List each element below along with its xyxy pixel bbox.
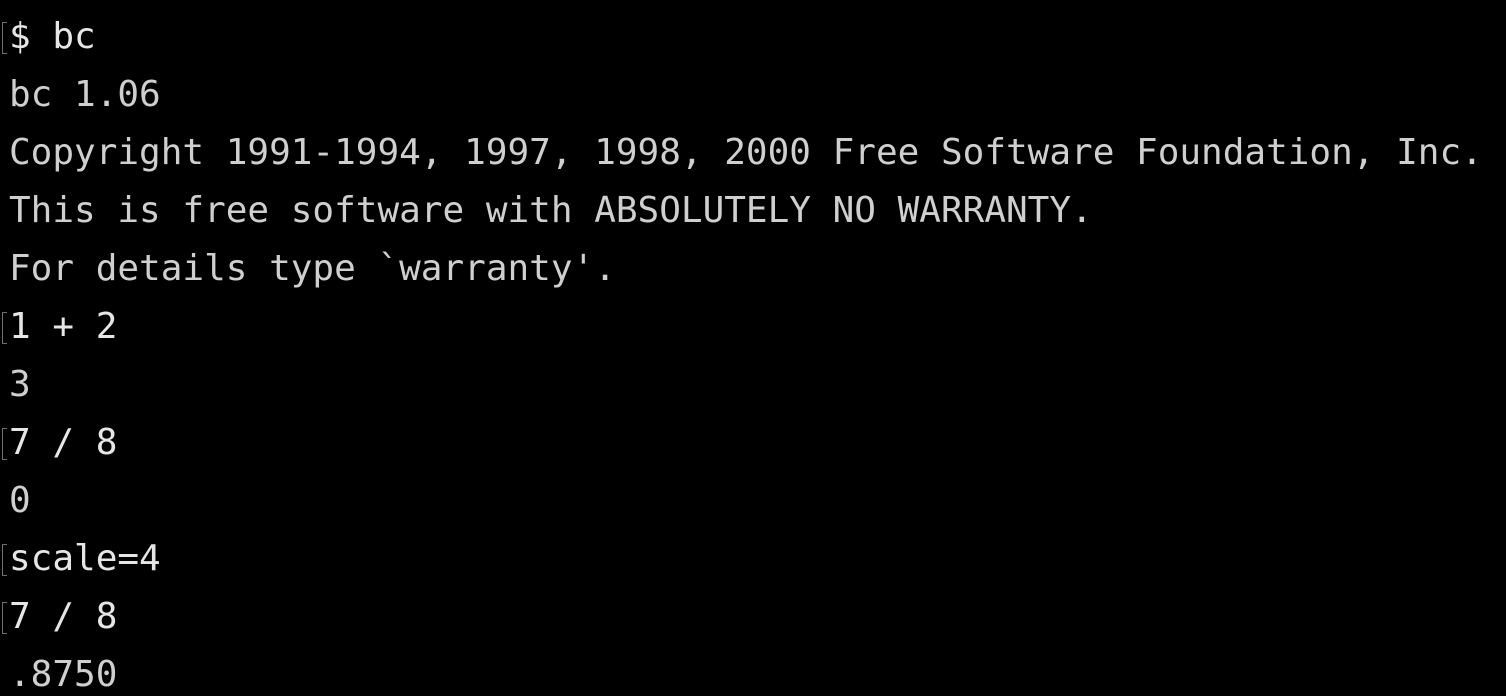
terminal-line-input: 7 / 8 [9,422,118,463]
terminal-line-input: 1 + 2 [9,306,118,347]
terminal-line-version: bc 1.06 [9,74,161,115]
terminal-line-output: 3 [9,364,31,405]
terminal-line-details: For details type `warranty'. [9,248,616,289]
terminal-line-warranty-notice: This is free software with ABSOLUTELY NO… [9,190,1093,231]
terminal-line-input: 7 / 8 [9,596,118,637]
prompt-mark-icon [2,312,7,344]
terminal-window[interactable]: $ bc bc 1.06 Copyright 1991-1994, 1997, … [0,0,1506,696]
prompt-mark-icon [2,544,7,576]
prompt-mark-icon [2,602,7,634]
terminal-line-copyright: Copyright 1991-1994, 1997, 1998, 2000 Fr… [9,132,1483,173]
terminal-line-output: 0 [9,480,31,521]
prompt-mark-icon [2,428,7,460]
prompt-mark-icon [2,22,7,54]
terminal-line-output: .8750 [9,654,118,695]
terminal-line-command: $ bc [9,16,96,57]
terminal-line-input: scale=4 [9,538,161,579]
